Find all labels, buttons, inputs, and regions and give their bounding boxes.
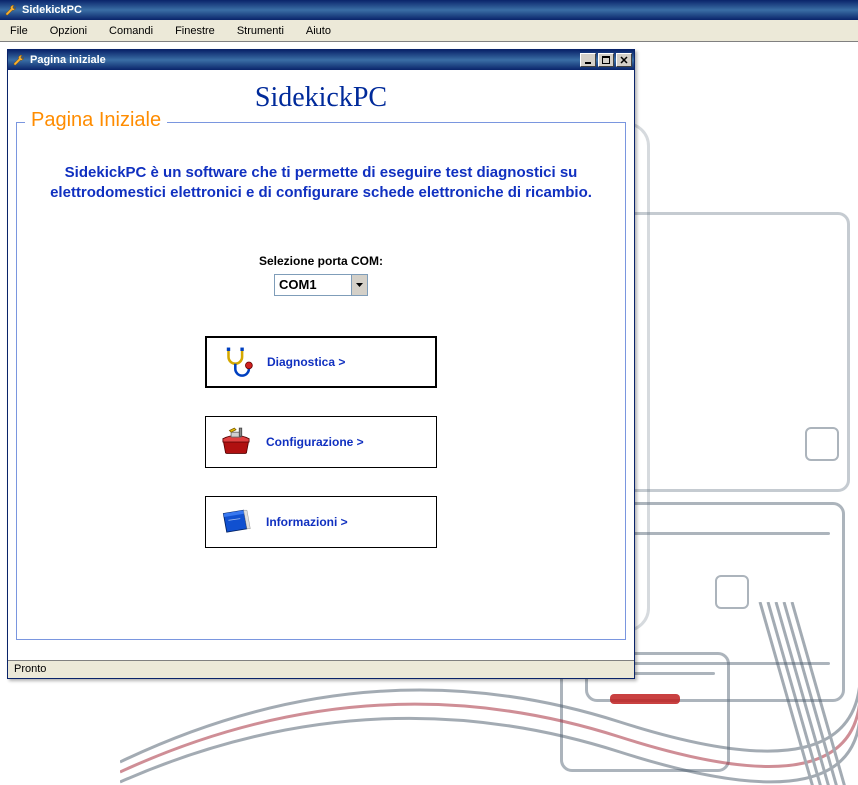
dropdown-button[interactable] bbox=[351, 275, 367, 295]
child-titlebar: Pagina iniziale bbox=[8, 50, 634, 70]
wrench-icon bbox=[12, 53, 26, 67]
menu-comandi[interactable]: Comandi bbox=[105, 24, 157, 38]
description-line2: elettrodomestici elettronici e di config… bbox=[50, 184, 592, 201]
wrench-icon bbox=[4, 3, 18, 17]
toolbox-icon bbox=[206, 427, 266, 457]
page-heading: SidekickPC bbox=[8, 70, 634, 114]
chevron-down-icon bbox=[356, 283, 363, 287]
child-content: SidekickPC Pagina Iniziale SidekickPC è … bbox=[8, 70, 634, 660]
mdi-area: Pagina iniziale SidekickPC Pagina Inizia… bbox=[0, 42, 858, 785]
close-button[interactable] bbox=[616, 53, 632, 67]
description-line1: SidekickPC è un software che ti permette… bbox=[65, 164, 578, 181]
child-window: Pagina iniziale SidekickPC Pagina Inizia… bbox=[7, 49, 635, 679]
com-port-combobox[interactable]: COM1 bbox=[274, 274, 368, 296]
maximize-button[interactable] bbox=[598, 53, 614, 67]
stethoscope-icon bbox=[207, 345, 267, 379]
menu-finestre[interactable]: Finestre bbox=[171, 24, 219, 38]
child-window-title: Pagina iniziale bbox=[30, 54, 578, 66]
diagnostica-button[interactable]: Diagnostica > bbox=[205, 336, 437, 388]
menu-opzioni[interactable]: Opzioni bbox=[46, 24, 91, 38]
com-section: Selezione porta COM: COM1 bbox=[17, 254, 625, 296]
book-icon bbox=[206, 508, 266, 536]
minimize-button[interactable] bbox=[580, 53, 596, 67]
diagnostica-label: Diagnostica > bbox=[267, 355, 435, 369]
app-title: SidekickPC bbox=[22, 4, 82, 16]
informazioni-button[interactable]: Informazioni > bbox=[205, 496, 437, 548]
status-text: Pronto bbox=[14, 663, 46, 675]
menu-file[interactable]: File bbox=[6, 24, 32, 38]
status-bar: Pronto bbox=[8, 660, 634, 678]
main-fieldset: Pagina Iniziale SidekickPC è un software… bbox=[16, 122, 626, 640]
configurazione-button[interactable]: Configurazione > bbox=[205, 416, 437, 468]
menu-aiuto[interactable]: Aiuto bbox=[302, 24, 335, 38]
actions: Diagnostica > Configuraz bbox=[17, 336, 625, 548]
description: SidekickPC è un software che ti permette… bbox=[17, 163, 625, 204]
menubar: File Opzioni Comandi Finestre Strumenti … bbox=[0, 20, 858, 42]
com-port-value: COM1 bbox=[275, 275, 351, 295]
fieldset-legend: Pagina Iniziale bbox=[25, 109, 167, 132]
configurazione-label: Configurazione > bbox=[266, 435, 436, 449]
app-titlebar: SidekickPC bbox=[0, 0, 858, 20]
com-label: Selezione porta COM: bbox=[17, 254, 625, 268]
menu-strumenti[interactable]: Strumenti bbox=[233, 24, 288, 38]
informazioni-label: Informazioni > bbox=[266, 515, 436, 529]
